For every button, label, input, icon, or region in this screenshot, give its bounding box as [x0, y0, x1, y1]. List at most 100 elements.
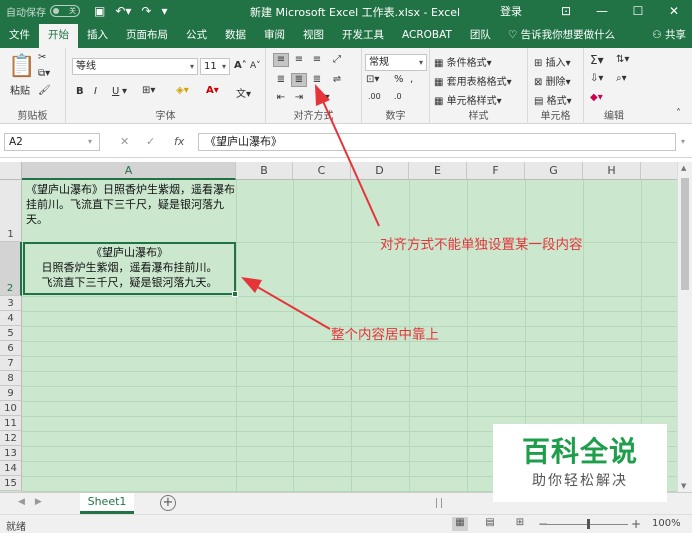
tab-page-layout[interactable]: 页面布局: [117, 24, 177, 48]
row-header-4[interactable]: 4: [0, 311, 22, 326]
copy-icon[interactable]: ⧉▾: [38, 68, 50, 79]
wrap-text-icon[interactable]: ⇌: [330, 74, 344, 86]
row-header-8[interactable]: 8: [0, 371, 22, 386]
conditional-format-button[interactable]: ▦ 条件格式▾: [434, 54, 492, 69]
decrease-indent-icon[interactable]: ⇤: [274, 92, 288, 104]
close-icon[interactable]: ✕: [656, 4, 692, 18]
vertical-scrollbar[interactable]: ▲ ▼: [677, 162, 692, 492]
add-sheet-icon[interactable]: +: [160, 495, 176, 511]
share-button[interactable]: ⚇ 共享: [652, 24, 686, 48]
format-painter-icon[interactable]: 🖌: [38, 85, 51, 96]
sort-filter-icon[interactable]: ⇅▾: [616, 54, 629, 65]
cell-styles-button[interactable]: ▦ 单元格样式▾: [434, 92, 502, 107]
align-right-icon[interactable]: ≣: [310, 74, 324, 86]
cut-icon[interactable]: ✂: [38, 52, 46, 63]
tab-data[interactable]: 数据: [216, 24, 255, 48]
format-cells-button[interactable]: ▤ 格式▾: [534, 92, 572, 107]
fill-handle[interactable]: [232, 291, 238, 297]
fill-color-icon[interactable]: ◈▾: [176, 85, 189, 96]
row-header-10[interactable]: 10: [0, 401, 22, 416]
tab-file[interactable]: 文件: [0, 24, 39, 48]
column-header-g[interactable]: G: [525, 162, 583, 180]
page-break-view-icon[interactable]: ⊞: [512, 517, 528, 531]
increase-decimal-icon[interactable]: .00: [368, 92, 381, 101]
decrease-decimal-icon[interactable]: .0: [394, 92, 402, 101]
tab-insert[interactable]: 插入: [78, 24, 117, 48]
tab-team[interactable]: 团队: [461, 24, 500, 48]
font-color-icon[interactable]: A▾: [206, 85, 219, 96]
fill-icon[interactable]: ⇩▾: [590, 73, 603, 84]
redo-icon[interactable]: ↷: [141, 4, 151, 18]
comma-button[interactable]: ,: [410, 74, 413, 85]
collapse-ribbon-icon[interactable]: ˄: [676, 108, 681, 119]
row-header-5[interactable]: 5: [0, 326, 22, 341]
align-left-icon[interactable]: ≣: [274, 74, 288, 86]
enter-icon[interactable]: ✓: [146, 135, 155, 148]
column-header-f[interactable]: F: [467, 162, 525, 180]
border-icon[interactable]: ⊞▾: [142, 85, 155, 96]
tab-home[interactable]: 开始: [39, 24, 78, 48]
row-header-11[interactable]: 11: [0, 416, 22, 431]
insert-function-icon[interactable]: fx: [174, 135, 184, 148]
find-select-icon[interactable]: ⌕▾: [616, 73, 627, 84]
ribbon-display-icon[interactable]: ⊡: [548, 4, 584, 18]
zoom-slider-knob[interactable]: [587, 519, 590, 529]
italic-button[interactable]: I: [94, 86, 97, 97]
clear-icon[interactable]: ◆▾: [590, 92, 603, 103]
maximize-icon[interactable]: ☐: [620, 4, 656, 18]
zoom-level[interactable]: 100%: [652, 518, 681, 529]
autosave-toggle[interactable]: 关: [50, 5, 80, 17]
row-header-14[interactable]: 14: [0, 461, 22, 476]
cancel-icon[interactable]: ✕: [120, 135, 129, 148]
scroll-thumb[interactable]: [681, 178, 689, 290]
align-top-icon[interactable]: ≡: [273, 53, 289, 67]
percent-button[interactable]: %: [394, 74, 404, 85]
underline-button[interactable]: U: [112, 86, 119, 97]
scroll-down-icon[interactable]: ▼: [681, 482, 686, 490]
expand-formula-icon[interactable]: ▾: [681, 137, 685, 146]
tab-review[interactable]: 审阅: [255, 24, 294, 48]
zoom-in-icon[interactable]: +: [631, 517, 641, 531]
currency-icon[interactable]: ⊡▾: [366, 74, 379, 85]
select-all-corner[interactable]: [0, 162, 22, 180]
sheet-nav-arrows-icon[interactable]: ◀▶: [18, 497, 52, 507]
normal-view-icon[interactable]: ▦: [452, 517, 468, 531]
column-header-b[interactable]: B: [236, 162, 293, 180]
sheet-tab-sheet1[interactable]: Sheet1: [80, 493, 134, 514]
merge-center-icon[interactable]: ⊟▾: [316, 92, 330, 104]
number-format-select[interactable]: 常规 ▾: [365, 54, 427, 71]
row-header-1[interactable]: 1: [0, 180, 22, 242]
cell-a2-selected[interactable]: 《望庐山瀑布》 日照香炉生紫烟，遥看瀑布挂前川。 飞流直下三千尺，疑是银河落九天…: [23, 242, 236, 295]
tab-developer[interactable]: 开发工具: [333, 24, 393, 48]
grow-font-button[interactable]: A˄: [234, 60, 247, 71]
autosum-icon[interactable]: Σ▾: [590, 53, 604, 67]
shrink-font-button[interactable]: A˅: [250, 61, 261, 71]
save-icon[interactable]: ▣: [94, 4, 105, 18]
tell-me-search[interactable]: ♡ 告诉我你想要做什么: [508, 24, 615, 48]
underline-dropdown-icon[interactable]: ▾: [122, 86, 127, 97]
page-layout-view-icon[interactable]: ▤: [482, 517, 498, 531]
increase-indent-icon[interactable]: ⇥: [292, 92, 306, 104]
column-header-c[interactable]: C: [293, 162, 351, 180]
row-header-7[interactable]: 7: [0, 356, 22, 371]
align-middle-icon[interactable]: ≡: [292, 54, 306, 66]
row-header-12[interactable]: 12: [0, 431, 22, 446]
name-box[interactable]: A2: [4, 133, 100, 151]
row-header-6[interactable]: 6: [0, 341, 22, 356]
font-size-select[interactable]: 11 ▾: [200, 58, 230, 75]
column-header-a[interactable]: A: [22, 162, 236, 180]
cell-a1[interactable]: 《望庐山瀑布》日照香炉生紫烟，遥看瀑布挂前川。飞流直下三千尺，疑是银河落九天。: [26, 182, 236, 227]
insert-cells-button[interactable]: ⊞ 插入▾: [534, 54, 571, 69]
phonetic-icon[interactable]: 文▾: [236, 85, 251, 100]
row-header-2[interactable]: 2: [0, 242, 22, 296]
customize-icon[interactable]: ▾: [161, 4, 167, 18]
tab-split-handle[interactable]: [436, 498, 442, 508]
scroll-up-icon[interactable]: ▲: [681, 164, 686, 172]
column-header-i[interactable]: [641, 162, 677, 180]
column-header-d[interactable]: D: [351, 162, 409, 180]
align-center-icon[interactable]: ≣: [291, 73, 307, 87]
paste-icon[interactable]: 📋: [8, 54, 35, 79]
bold-button[interactable]: B: [76, 86, 84, 97]
format-as-table-button[interactable]: ▦ 套用表格格式▾: [434, 73, 512, 88]
column-header-h[interactable]: H: [583, 162, 641, 180]
